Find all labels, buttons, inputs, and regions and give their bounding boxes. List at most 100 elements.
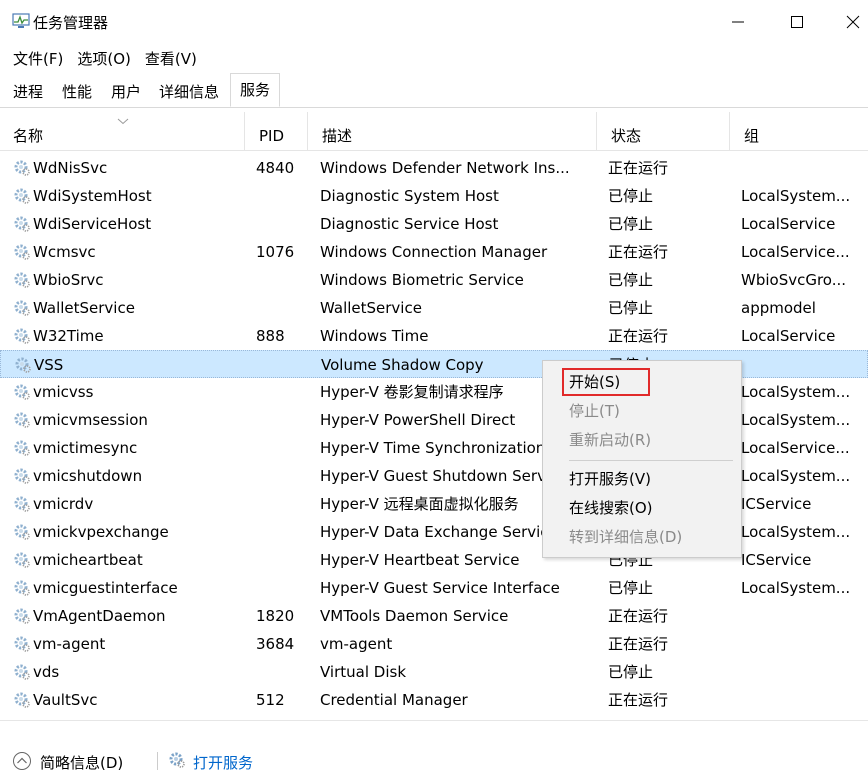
table-row[interactable]: WalletService WalletService 已停止 appmodel — [0, 294, 868, 322]
service-gear-icon — [14, 552, 30, 568]
service-name: vmicheartbeat — [13, 546, 248, 574]
service-gear-icon — [14, 524, 30, 540]
context-menu: 开始(S) 停止(T) 重新启动(R) 打开服务(V) 在线搜索(O) 转到详细… — [542, 360, 742, 558]
tab-users[interactable]: 用户 — [107, 79, 145, 106]
column-header-description[interactable]: 描述 — [308, 112, 597, 150]
tab-processes[interactable]: 进程 — [9, 79, 47, 106]
service-name: WdNisSvc — [13, 154, 248, 182]
service-name: vmicshutdown — [13, 462, 248, 490]
table-row[interactable]: VmAgentDaemon 1820 VMTools Daemon Service 正… — [0, 602, 868, 630]
tab-details[interactable]: 详细信息 — [155, 79, 223, 106]
service-name: vds — [13, 658, 248, 686]
context-menu-stop: 停止(T) — [569, 402, 620, 420]
menu-options[interactable]: 选项(O) — [70, 45, 138, 71]
service-pid: 3684 — [256, 635, 295, 653]
service-status: 正在运行 — [608, 327, 669, 345]
service-status: 正在运行 — [608, 691, 669, 709]
service-name-text: WdNisSvc — [33, 159, 108, 177]
footer-divider — [157, 752, 158, 770]
service-name-text: vds — [33, 663, 60, 681]
service-group: ICService — [741, 495, 812, 513]
close-icon — [846, 15, 860, 29]
context-menu-open-services[interactable]: 打开服务(V) — [569, 467, 651, 491]
task-manager-icon — [12, 13, 30, 28]
service-name-text: VSS — [34, 356, 64, 374]
service-name: vmictimesync — [13, 434, 248, 462]
service-group: appmodel — [741, 299, 816, 317]
service-gear-icon — [14, 384, 30, 400]
service-group: LocalService... — [741, 243, 850, 261]
service-gear-icon — [14, 272, 30, 288]
service-name-text: vm-agent — [33, 635, 106, 653]
title-bar: 任务管理器 — [0, 0, 868, 44]
tab-services[interactable]: 服务 — [230, 73, 281, 107]
minimize-button[interactable] — [713, 0, 763, 44]
table-row[interactable]: WdiServiceHost Diagnostic Service Host 已停止… — [0, 210, 868, 238]
service-pid: 888 — [256, 327, 285, 345]
table-row[interactable]: vm-agent 3684 vm-agent 正在运行 — [0, 630, 868, 658]
service-name: VaultSvc — [13, 686, 248, 714]
service-name: vmicvss — [13, 378, 248, 406]
service-description: Windows Defender Network Ins... — [320, 159, 570, 177]
service-pid — [256, 378, 311, 406]
service-pid — [256, 462, 311, 490]
service-gear-icon — [14, 160, 30, 176]
tab-bar: 进程 性能 用户 详细信息 服务 — [0, 73, 868, 108]
column-header-group[interactable]: 组 — [730, 112, 868, 150]
service-name-text: vmicvss — [33, 383, 94, 401]
service-name: vmicguestinterface — [13, 574, 248, 602]
service-gear-icon — [14, 580, 30, 596]
context-menu-separator — [569, 460, 733, 461]
service-group: WbioSvcGro... — [741, 271, 847, 289]
table-row[interactable]: WdiSystemHost Diagnostic System Host 已停止 Lo… — [0, 182, 868, 210]
column-header-status[interactable]: 状态 — [597, 112, 730, 150]
table-row[interactable]: W32Time 888 Windows Time 正在运行 LocalService — [0, 322, 868, 350]
service-name: WdiSystemHost — [13, 182, 248, 210]
table-row[interactable]: vmicguestinterface Hyper-V Guest Service … — [0, 574, 868, 602]
table-row[interactable]: WbioSrvc Windows Biometric Service 已停止 Wbio… — [0, 266, 868, 294]
service-description: Windows Biometric Service — [320, 271, 524, 289]
service-group: LocalSystem... — [741, 411, 851, 429]
services-gear-icon — [169, 752, 185, 768]
service-group — [741, 658, 866, 686]
column-header-pid[interactable]: PID — [245, 112, 308, 150]
service-description: Hyper-V Guest Service Interface — [320, 579, 560, 597]
service-status: 已停止 — [608, 271, 654, 289]
menu-file[interactable]: 文件(F) — [0, 45, 70, 71]
menu-view[interactable]: 查看(V) — [138, 45, 204, 71]
service-gear-icon — [14, 664, 30, 680]
service-gear-icon — [14, 412, 30, 428]
service-pid — [257, 351, 312, 379]
status-bar: 简略信息(D) 打开服务 — [0, 720, 868, 773]
window-title: 任务管理器 — [33, 14, 109, 32]
service-name: WbioSrvc — [13, 266, 248, 294]
service-status: 已停止 — [608, 663, 654, 681]
chevron-up-circle-icon[interactable] — [12, 751, 32, 771]
fewer-details-button[interactable]: 简略信息(D) — [40, 752, 123, 773]
open-services-link[interactable]: 打开服务 — [193, 752, 253, 773]
table-row[interactable]: WdNisSvc 4840 Windows Defender Network Ins… — [0, 154, 868, 182]
service-name-text: vmicshutdown — [33, 467, 143, 485]
table-row[interactable]: VaultSvc 512 Credential Manager 正在运行 — [0, 686, 868, 714]
service-name-text: vmickvpexchange — [33, 523, 169, 541]
service-group — [741, 154, 866, 182]
service-gear-icon — [14, 188, 30, 204]
service-name-text: vmicguestinterface — [33, 579, 178, 597]
service-gear-icon — [14, 216, 30, 232]
table-row[interactable]: vds Virtual Disk 已停止 — [0, 658, 868, 686]
context-menu-search-online[interactable]: 在线搜索(O) — [569, 496, 653, 520]
minimize-icon — [732, 21, 744, 23]
service-pid — [256, 182, 311, 210]
service-pid — [256, 266, 311, 294]
table-row[interactable]: Wcmsvc 1076 Windows Connection Manager 正在运行… — [0, 238, 868, 266]
service-name: W32Time — [13, 322, 248, 350]
service-group: LocalSystem... — [741, 523, 851, 541]
maximize-button[interactable] — [772, 0, 822, 44]
context-menu-start[interactable]: 开始(S) — [569, 370, 620, 394]
service-name-text: VaultSvc — [33, 691, 98, 709]
tab-performance[interactable]: 性能 — [58, 79, 96, 106]
close-button[interactable] — [828, 0, 868, 44]
service-status: 已停止 — [608, 299, 654, 317]
service-group: ICService — [741, 551, 812, 569]
column-header-name[interactable]: 名称 — [0, 112, 245, 150]
